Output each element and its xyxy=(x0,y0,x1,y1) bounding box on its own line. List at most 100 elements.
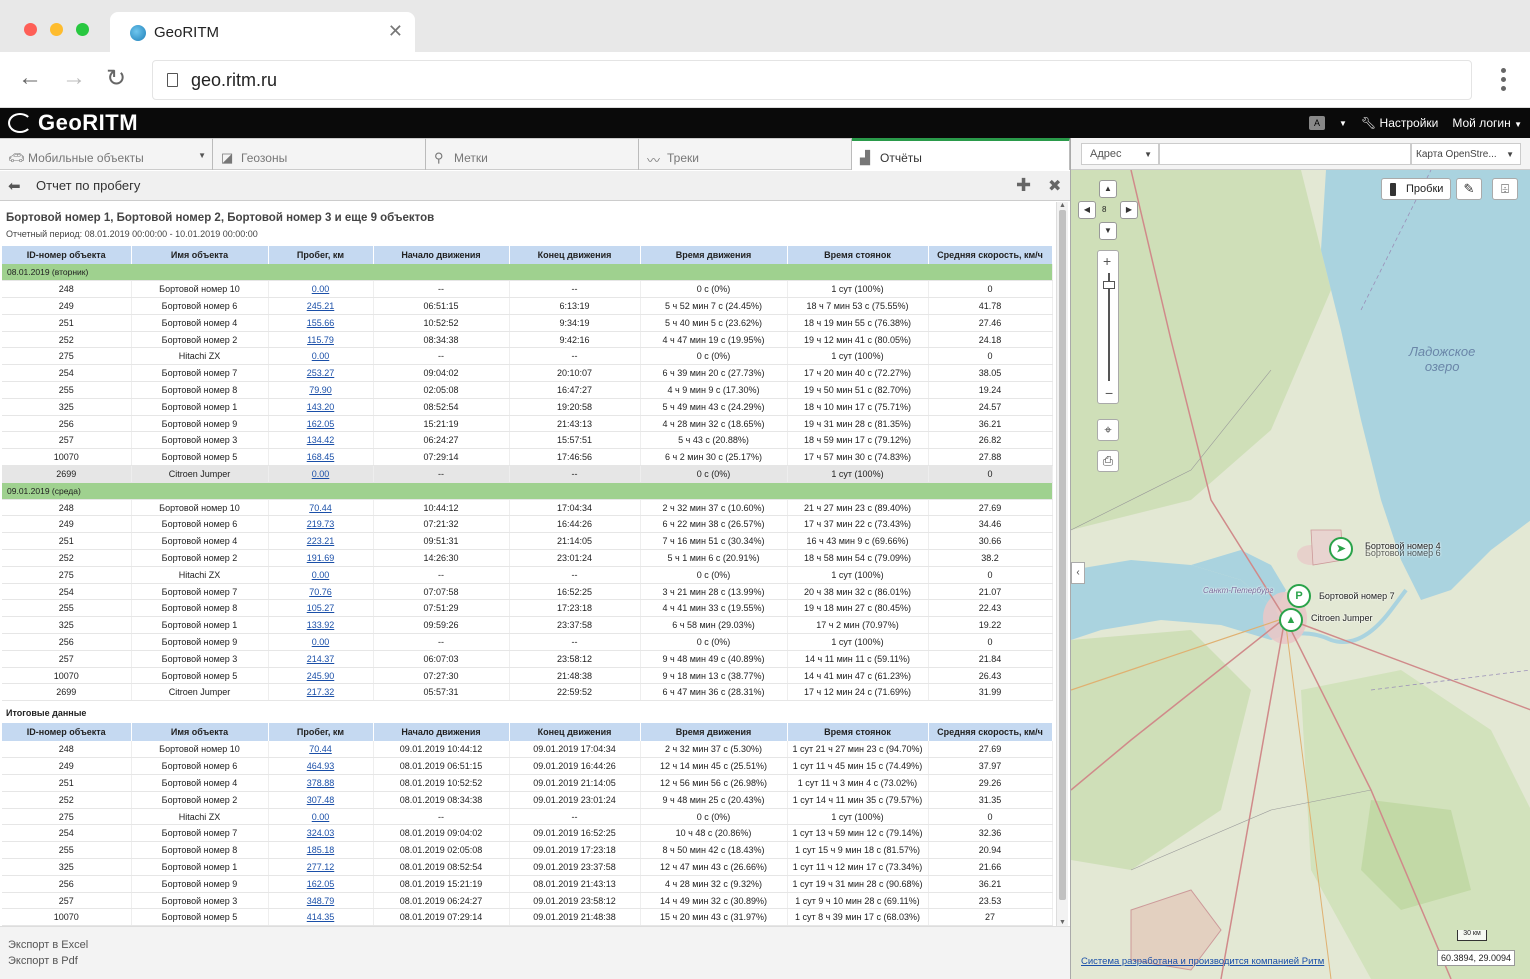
mileage-link[interactable]: 0.00 xyxy=(268,465,374,483)
back-arrow-icon[interactable]: ← xyxy=(18,64,42,92)
mileage-link[interactable]: 162.05 xyxy=(268,415,374,433)
credits-link[interactable]: Система разработана и производится компа… xyxy=(1081,956,1324,967)
close-tab-icon[interactable]: ✕ xyxy=(388,21,403,42)
pan-down-icon[interactable]: ▼ xyxy=(1099,222,1117,240)
browser-menu-icon[interactable] xyxy=(1501,68,1506,95)
reload-icon[interactable]: ↻ xyxy=(106,64,126,93)
language-icon[interactable]: A xyxy=(1309,116,1326,130)
map-layer-select[interactable]: Карта OpenStre... ▼ xyxy=(1411,143,1521,165)
export-excel-link[interactable]: Экспорт в Excel xyxy=(8,939,88,951)
mileage-link[interactable]: 70.76 xyxy=(268,583,374,601)
maximize-window-dot[interactable] xyxy=(76,23,89,36)
export-pdf-link[interactable]: Экспорт в Pdf xyxy=(8,955,78,967)
mileage-link[interactable]: 133.92 xyxy=(268,616,374,635)
mileage-link[interactable]: 70.44 xyxy=(268,741,374,759)
column-header[interactable]: Средняя скорость, км/ч xyxy=(928,246,1053,264)
column-header[interactable]: Пробег, км xyxy=(268,246,374,264)
mileage-link[interactable]: 253.27 xyxy=(268,364,374,383)
column-header[interactable]: Пробег, км xyxy=(268,723,374,741)
tab-reports[interactable]: ▟ Отчёты xyxy=(852,138,1070,170)
tab-tracks[interactable]: 〰 Треки xyxy=(639,138,852,170)
collapse-panel-icon[interactable]: ‹ xyxy=(1071,562,1085,584)
mileage-link[interactable]: 0.00 xyxy=(268,633,374,651)
mileage-link[interactable]: 307.48 xyxy=(268,791,374,809)
column-header[interactable]: Имя объекта xyxy=(131,246,269,264)
column-header[interactable]: Время стоянок xyxy=(787,723,929,741)
address-select[interactable]: Адрес ▼ xyxy=(1081,143,1159,165)
tab-geozones[interactable]: ◪ Геозоны xyxy=(213,138,426,170)
mileage-link[interactable]: 0.00 xyxy=(268,347,374,366)
mileage-link[interactable]: 79.90 xyxy=(268,381,374,399)
map-panel[interactable]: Ладожское озеро Санкт-Петербург Адрес ▼ … xyxy=(1070,138,1530,979)
column-header[interactable]: Имя объекта xyxy=(131,723,269,741)
mileage-link[interactable]: 105.27 xyxy=(268,599,374,618)
zoom-in-icon[interactable]: + xyxy=(1103,253,1111,269)
traffic-button[interactable]: Пробки xyxy=(1381,178,1451,200)
report-scrollbar[interactable]: ▲ ▼ xyxy=(1056,202,1068,926)
mileage-link[interactable]: 219.73 xyxy=(268,515,374,534)
vehicle-marker[interactable]: ▲ xyxy=(1279,608,1303,632)
mileage-link[interactable]: 134.42 xyxy=(268,431,374,450)
zoom-out-icon[interactable]: − xyxy=(1105,385,1113,401)
pencil-icon[interactable]: ✎ xyxy=(1456,178,1482,200)
mileage-link[interactable]: 162.05 xyxy=(268,875,374,893)
close-window-dot[interactable] xyxy=(24,23,37,36)
chevron-down-icon[interactable]: ▼ xyxy=(198,151,206,160)
settings-menu[interactable]: 🔧︎ Настройки xyxy=(1361,116,1438,130)
mileage-link[interactable]: 0.00 xyxy=(268,280,374,299)
print-icon[interactable]: ⎙ xyxy=(1097,450,1119,472)
mileage-link[interactable]: 324.03 xyxy=(268,824,374,843)
mileage-link[interactable]: 0.00 xyxy=(268,566,374,584)
browser-tab[interactable]: GeoRITM ✕ xyxy=(110,12,415,52)
mileage-link[interactable]: 414.35 xyxy=(268,908,374,926)
mileage-link[interactable]: 245.21 xyxy=(268,297,374,315)
language-caret-icon[interactable]: ▼ xyxy=(1339,119,1347,128)
close-icon[interactable]: ✖ xyxy=(1048,176,1061,196)
forward-arrow-icon[interactable]: → xyxy=(62,64,86,92)
pan-left-icon[interactable]: ◀ xyxy=(1078,201,1096,219)
mileage-link[interactable]: 70.44 xyxy=(268,499,374,517)
mileage-link[interactable]: 168.45 xyxy=(268,448,374,467)
address-bar[interactable]: geo.ritm.ru xyxy=(152,60,1472,100)
scroll-down-icon[interactable]: ▼ xyxy=(1059,919,1066,926)
column-header[interactable]: Начало движения xyxy=(373,723,510,741)
column-header[interactable]: Средняя скорость, км/ч xyxy=(928,723,1053,741)
column-header[interactable]: ID-номер объекта xyxy=(2,246,132,264)
mileage-link[interactable]: 378.88 xyxy=(268,774,374,792)
column-header[interactable]: Время движения xyxy=(640,246,788,264)
tab-mobile-objects[interactable]: 🚗︎ Мобильные объекты ▼ xyxy=(0,138,213,170)
mileage-link[interactable]: 214.37 xyxy=(268,650,374,668)
mileage-link[interactable]: 0.00 xyxy=(268,808,374,826)
add-icon[interactable]: ✚ xyxy=(1016,175,1031,196)
locate-icon[interactable]: ⌖ xyxy=(1097,419,1119,441)
vehicle-marker[interactable]: ➤ xyxy=(1329,537,1353,561)
column-header[interactable]: Начало движения xyxy=(373,246,510,264)
tab-marks[interactable]: ⚲ Метки xyxy=(426,138,639,170)
mileage-link[interactable]: 223.21 xyxy=(268,532,374,551)
url-text[interactable]: geo.ritm.ru xyxy=(191,70,277,91)
mileage-link[interactable]: 464.93 xyxy=(268,757,374,776)
mileage-link[interactable]: 191.69 xyxy=(268,549,374,567)
broom-icon[interactable]: ⌹ xyxy=(1492,178,1518,200)
scroll-up-icon[interactable]: ▲ xyxy=(1059,202,1066,209)
scroll-thumb[interactable] xyxy=(1059,210,1066,900)
zoom-track[interactable] xyxy=(1108,273,1110,381)
map-canvas[interactable] xyxy=(1071,170,1530,979)
mileage-link[interactable]: 217.32 xyxy=(268,683,374,702)
zoom-slider[interactable]: + − xyxy=(1097,250,1119,404)
minimize-window-dot[interactable] xyxy=(50,23,63,36)
column-header[interactable]: Конец движения xyxy=(509,723,641,741)
login-menu[interactable]: Мой логин ▼ xyxy=(1452,116,1522,130)
pan-right-icon[interactable]: ▶ xyxy=(1120,201,1138,219)
zoom-thumb[interactable] xyxy=(1103,281,1115,289)
vehicle-marker[interactable]: P xyxy=(1287,584,1311,608)
mileage-link[interactable]: 245.90 xyxy=(268,667,374,685)
mileage-link[interactable]: 115.79 xyxy=(268,331,374,349)
mileage-link[interactable]: 143.20 xyxy=(268,398,374,416)
mileage-link[interactable]: 155.66 xyxy=(268,314,374,332)
column-header[interactable]: Время движения xyxy=(640,723,788,741)
mileage-link[interactable]: 277.12 xyxy=(268,858,374,876)
pan-up-icon[interactable]: ▲ xyxy=(1099,180,1117,198)
mileage-link[interactable]: 348.79 xyxy=(268,892,374,910)
column-header[interactable]: Конец движения xyxy=(509,246,641,264)
